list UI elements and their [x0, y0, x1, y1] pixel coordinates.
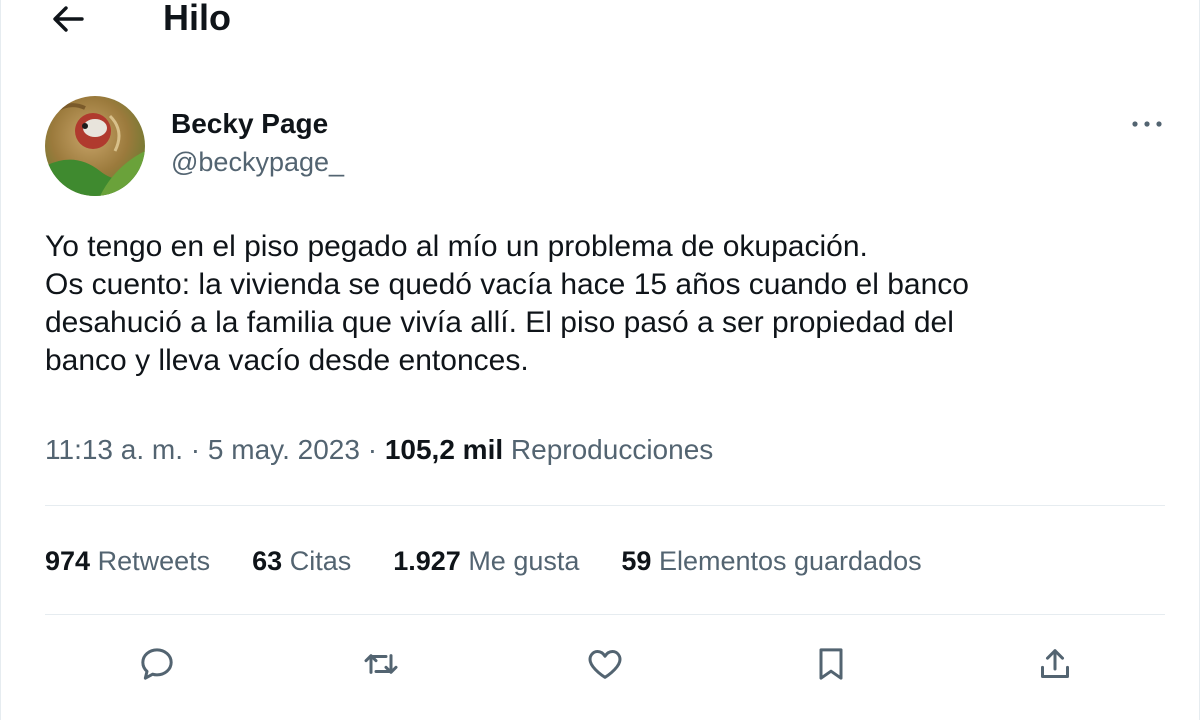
author-display-name[interactable]: Becky Page [171, 106, 344, 142]
tweet-meta: 11:13 a. m. · 5 may. 2023 · 105,2 mil Re… [45, 432, 713, 468]
arrow-left-icon [53, 6, 84, 32]
stat-label: Citas [289, 546, 352, 576]
tweet-detail-page: Hilo Becky Page @beckypage_ Yo tengo en … [0, 0, 1200, 720]
tweet-text-line: Os cuento: la vivienda se quedó vacía ha… [45, 268, 969, 301]
like-button[interactable] [581, 640, 629, 688]
author-handle[interactable]: @beckypage_ [171, 144, 344, 180]
tweet-text-line: desahució a la familia que vivía allí. E… [45, 306, 954, 339]
reply-icon [141, 648, 173, 680]
back-button[interactable] [49, 2, 87, 36]
reply-button[interactable] [133, 640, 181, 688]
share-button[interactable] [1031, 640, 1079, 688]
retweet-icon [364, 654, 398, 674]
tweet-text-line: banco y lleva vacío desde entonces. [45, 344, 529, 377]
thread-header: Hilo [1, 0, 1199, 44]
stat-likes[interactable]: 1.927 Me gusta [393, 543, 579, 579]
tweet-text-line: Yo tengo en el piso pegado al mío un pro… [45, 230, 868, 263]
tweet-stats: 974 Retweets 63 Citas 1.927 Me gusta 59 … [45, 543, 964, 579]
bookmark-button[interactable] [807, 640, 855, 688]
tweet-author: Becky Page @beckypage_ [45, 96, 344, 196]
avatar[interactable] [45, 96, 145, 196]
stat-bookmarks[interactable]: 59 Elementos guardados [621, 543, 921, 579]
retweet-button[interactable] [357, 640, 405, 688]
divider [45, 505, 1165, 506]
stat-count: 974 [45, 546, 91, 576]
page-title: Hilo [163, 0, 231, 38]
stat-retweets[interactable]: 974 Retweets [45, 543, 210, 579]
stat-count: 59 [621, 546, 652, 576]
stat-count: 63 [252, 546, 283, 576]
stat-count: 1.927 [393, 546, 461, 576]
author-names: Becky Page @beckypage_ [171, 106, 344, 180]
tweet-date[interactable]: 5 may. 2023 [208, 434, 360, 465]
stat-quotes[interactable]: 63 Citas [252, 543, 351, 579]
heart-icon [588, 650, 622, 679]
bookmark-icon [819, 648, 843, 680]
more-horizontal-icon [1132, 121, 1162, 127]
tweet-actions [1, 640, 1199, 690]
views-count: 105,2 mil [384, 434, 504, 465]
meta-separator: · [367, 434, 378, 465]
tweet-text: Yo tengo en el piso pegado al mío un pro… [45, 228, 1165, 380]
meta-separator: · [190, 434, 201, 465]
more-options-button[interactable] [1127, 110, 1167, 138]
tweet-time[interactable]: 11:13 a. m. [45, 434, 183, 465]
stat-label: Me gusta [468, 546, 580, 576]
stat-label: Elementos guardados [658, 546, 922, 576]
views-label: Reproducciones [510, 434, 714, 465]
divider [45, 614, 1165, 615]
share-icon [1041, 649, 1069, 678]
stat-label: Retweets [97, 546, 211, 576]
